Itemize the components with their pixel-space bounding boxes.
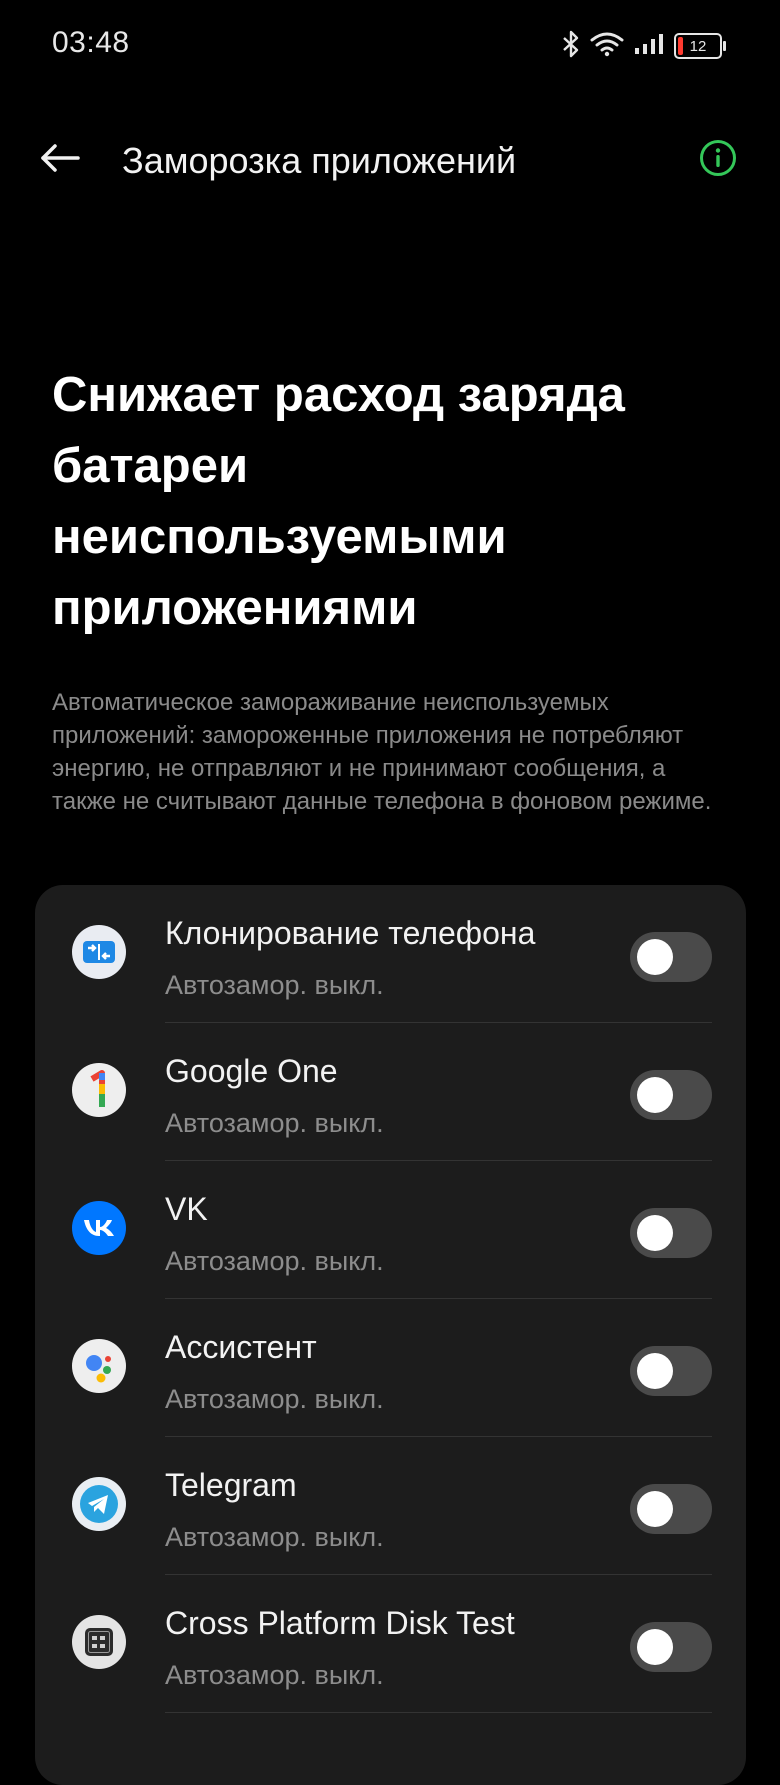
- list-item-google-one[interactable]: Google One Автозамор. выкл.: [35, 1023, 746, 1161]
- autofreeze-toggle[interactable]: [630, 932, 712, 982]
- list-item-assistant[interactable]: Ассистент Автозамор. выкл.: [35, 1299, 746, 1437]
- app-name: Google One: [165, 1053, 338, 1089]
- cpdt-icon: [72, 1615, 126, 1669]
- app-status: Автозамор. выкл.: [165, 1522, 384, 1552]
- toggle-knob: [637, 1491, 673, 1527]
- app-list-card: Клонирование телефона Автозамор. выкл. G…: [35, 885, 746, 1785]
- app-name: Cross Platform Disk Test: [165, 1605, 515, 1641]
- back-button[interactable]: [36, 136, 84, 184]
- app-status: Автозамор. выкл.: [165, 1246, 384, 1276]
- status-bar: 03:48 12: [0, 0, 780, 90]
- list-item-cpdt[interactable]: Cross Platform Disk Test Автозамор. выкл…: [35, 1575, 746, 1713]
- bluetooth-icon: [562, 30, 580, 63]
- app-name: Telegram: [165, 1467, 297, 1503]
- signal-icon: [634, 33, 664, 60]
- battery-icon: 12: [674, 33, 726, 59]
- list-item-telegram[interactable]: Telegram Автозамор. выкл.: [35, 1437, 746, 1575]
- autofreeze-toggle[interactable]: [630, 1622, 712, 1672]
- toggle-knob: [637, 1215, 673, 1251]
- page-title: Заморозка приложений: [122, 140, 517, 181]
- hero-title: Снижает расход заряда батареи неиспользу…: [52, 368, 625, 635]
- arrow-left-icon: [40, 143, 80, 178]
- app-name: Ассистент: [165, 1329, 317, 1365]
- vk-icon: [72, 1201, 126, 1255]
- app-name: VK: [165, 1191, 208, 1227]
- assistant-icon: [72, 1339, 126, 1393]
- list-item-vk[interactable]: VK Автозамор. выкл.: [35, 1161, 746, 1299]
- list-item-phone-clone[interactable]: Клонирование телефона Автозамор. выкл.: [35, 885, 746, 1023]
- app-status: Автозамор. выкл.: [165, 1660, 384, 1690]
- battery-level: [678, 37, 683, 55]
- app-status: Автозамор. выкл.: [165, 970, 384, 1000]
- app-bar: Заморозка приложений: [0, 110, 780, 210]
- wifi-icon: [590, 31, 624, 62]
- toggle-knob: [637, 1353, 673, 1389]
- toggle-knob: [637, 1629, 673, 1665]
- info-button[interactable]: [696, 138, 740, 182]
- autofreeze-toggle[interactable]: [630, 1484, 712, 1534]
- autofreeze-toggle[interactable]: [630, 1346, 712, 1396]
- telegram-icon: [72, 1477, 126, 1531]
- divider: [165, 1712, 712, 1713]
- phone-clone-icon: [72, 925, 126, 979]
- status-time: 03:48: [52, 26, 130, 59]
- app-status: Автозамор. выкл.: [165, 1384, 384, 1414]
- toggle-knob: [637, 1077, 673, 1113]
- autofreeze-toggle[interactable]: [630, 1208, 712, 1258]
- battery-percent: 12: [689, 37, 707, 55]
- app-name: Клонирование телефона: [165, 915, 536, 951]
- hero-description: Автоматическое замораживание неиспользуе…: [52, 689, 712, 815]
- info-circle-icon: [699, 139, 737, 182]
- status-icons: 12: [562, 28, 726, 64]
- app-status: Автозамор. выкл.: [165, 1108, 384, 1138]
- toggle-knob: [637, 939, 673, 975]
- google-one-icon: [72, 1063, 126, 1117]
- autofreeze-toggle[interactable]: [630, 1070, 712, 1120]
